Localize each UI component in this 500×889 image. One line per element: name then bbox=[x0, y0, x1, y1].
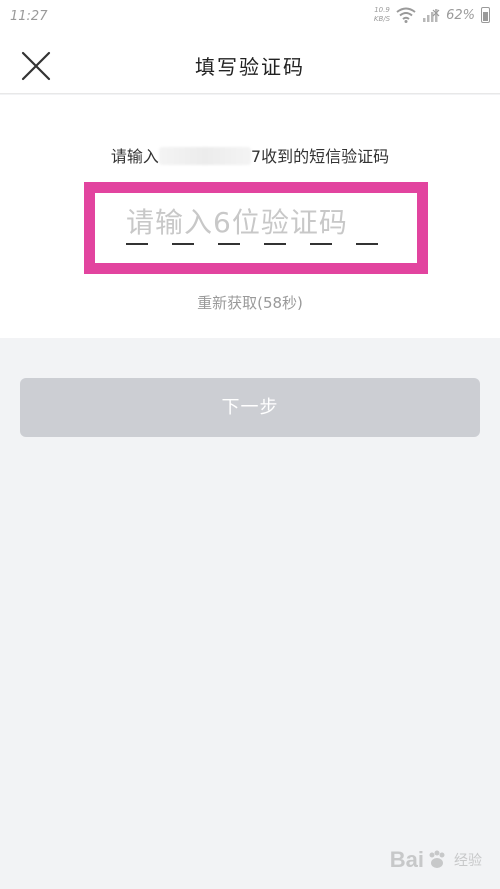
sms-hint-prefix: 请输入 bbox=[110, 147, 159, 166]
code-placeholder: 请输入6位验证码 bbox=[126, 206, 348, 239]
next-step-button[interactable]: 下一步 bbox=[20, 378, 480, 437]
verification-code-input[interactable]: 请输入6位验证码 bbox=[96, 193, 416, 263]
code-slot bbox=[310, 243, 332, 245]
header: 填写验证码 bbox=[0, 36, 500, 94]
wifi-icon bbox=[396, 7, 416, 23]
page-title: 填写验证码 bbox=[195, 55, 305, 79]
battery-icon bbox=[481, 7, 490, 23]
resend-countdown[interactable]: 重新获取(58秒) bbox=[0, 292, 500, 313]
sms-hint-suffix: 7收到的短信验证码 bbox=[250, 147, 390, 166]
code-slots bbox=[126, 243, 378, 245]
watermark-brand-b: 经验 bbox=[454, 852, 482, 868]
masked-phone-number bbox=[158, 147, 251, 165]
paw-icon bbox=[429, 850, 445, 868]
code-slot bbox=[218, 243, 240, 245]
status-bar: 11:27 10.9 KB/S 62% bbox=[0, 0, 500, 36]
code-slot bbox=[264, 243, 286, 245]
code-slot bbox=[356, 243, 378, 245]
code-slot bbox=[172, 243, 194, 245]
watermark-brand-a: Bai bbox=[389, 847, 424, 872]
watermark: Bai 经验 bbox=[390, 847, 482, 873]
sms-hint: 请输入 7收到的短信验证码 bbox=[0, 143, 500, 167]
status-time: 11:27 bbox=[10, 9, 48, 24]
battery-level: 62% bbox=[446, 7, 475, 23]
network-speed-unit: KB/S bbox=[373, 15, 391, 23]
network-speed-value: 10.9 bbox=[374, 6, 390, 14]
status-icons: 10.9 KB/S 62% bbox=[374, 6, 490, 24]
signal-icon bbox=[423, 9, 440, 22]
verification-panel: 请输入 7收到的短信验证码 请输入6位验证码 重新获取(58秒) bbox=[0, 95, 500, 338]
code-slot bbox=[126, 243, 148, 245]
network-speed: 10.9 KB/S bbox=[374, 6, 390, 24]
